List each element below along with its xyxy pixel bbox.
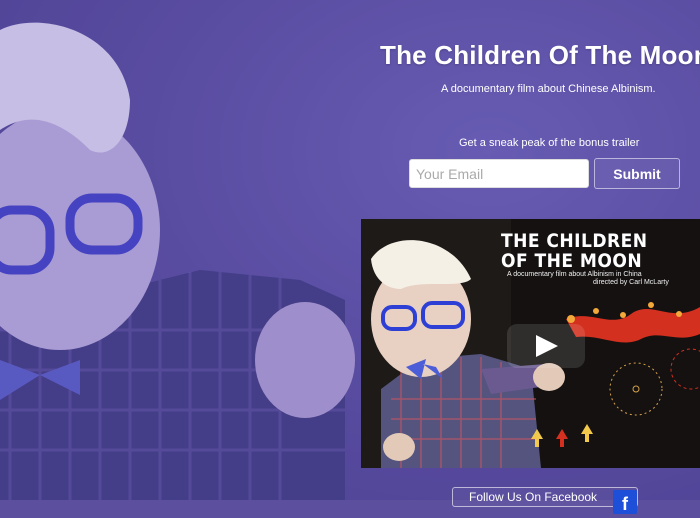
video-player[interactable]: THE CHILDREN OF THE MOON A documentary f…	[361, 219, 700, 468]
video-title: THE CHILDREN OF THE MOON	[501, 231, 647, 271]
video-title-line1: THE CHILDREN	[501, 230, 648, 252]
page-subtitle: A documentary film about Chinese Albinis…	[441, 83, 656, 95]
email-input[interactable]	[409, 159, 589, 188]
play-button[interactable]	[507, 324, 585, 368]
signup-prompt: Get a sneak peak of the bonus trailer	[459, 137, 640, 149]
play-icon	[536, 335, 558, 357]
video-title-line2: OF THE MOON	[501, 250, 643, 272]
facebook-follow-button[interactable]: Follow Us On Facebook	[452, 487, 638, 507]
page-title: The Children Of The Moon	[380, 40, 700, 70]
facebook-icon[interactable]: f	[613, 490, 637, 514]
video-tagline: A documentary film about Albinism in Chi…	[507, 271, 642, 278]
submit-button[interactable]: Submit	[594, 158, 680, 189]
video-director: directed by Carl McLarty	[593, 279, 669, 286]
